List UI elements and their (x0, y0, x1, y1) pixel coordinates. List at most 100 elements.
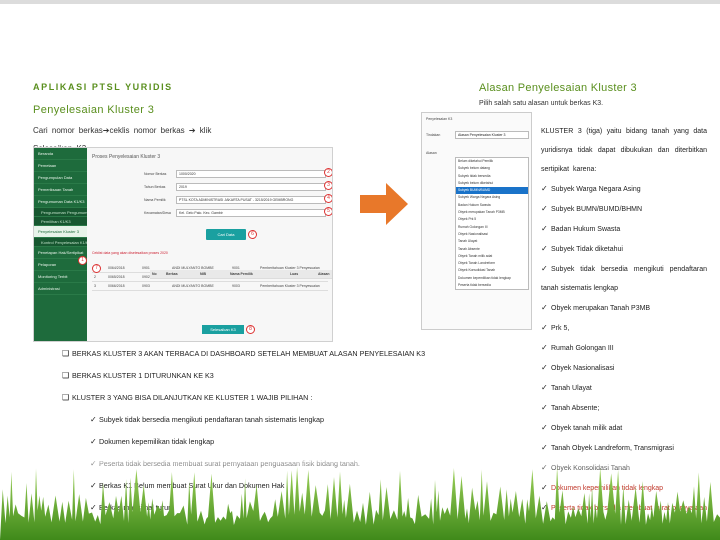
form-field-input[interactable]: PTSL KOTA ADMINISTRASI JAKARTA PUSAT - 3… (176, 195, 326, 204)
submit-k3-button[interactable]: Selesaikan K3 (202, 325, 244, 334)
reason-item: ✓ Subyek tidak bersedia mengikuti pendaft… (541, 259, 707, 298)
reason-options-list[interactable]: Belum diketahui Pemilik Subyek belum data… (455, 157, 529, 291)
reason-item: ✓ Subyek BUMN/BUMD/BHMN (541, 199, 707, 219)
check-icon: ✓ (541, 303, 548, 312)
step-badge: 3 (324, 181, 332, 190)
check-icon: ✓ (541, 244, 548, 253)
reason-option[interactable]: Obyek Konsolidasi Tanah (456, 267, 528, 274)
reason-item: ✓ Rumah Golongan III (541, 338, 707, 358)
reason-option[interactable]: Obyek Tanah milik adat (456, 253, 528, 260)
table-header-cell: Nama Pemilik (230, 272, 253, 276)
check-icon: ✓ (541, 363, 548, 372)
step-badge: 7 (92, 264, 101, 273)
table-cell: 0064/2018 (108, 266, 125, 270)
form-field-input[interactable]: 1000/2020 (176, 169, 326, 178)
table-cell: 9003 (232, 284, 240, 288)
sidebar-item[interactable]: Kontrol Penyelesaian K1/K3 (34, 238, 87, 247)
sidebar-item[interactable]: Pemeriksaan Tanah (34, 184, 87, 196)
reason-item: ✓ Tanah Ulayat (541, 378, 707, 398)
check-icon: ✓ (541, 224, 548, 233)
reason-text: Tanah Obyek Landreform, Transmigrasi (551, 445, 674, 452)
sidebar-item[interactable]: Pemetaan (34, 160, 87, 172)
sidebar-item[interactable]: Penyelesaian Kluster 3 (34, 226, 87, 238)
form-row: Kecamatan/Desa Kel. Gelo Palo. Kec. Gambi… (144, 207, 326, 218)
reason-text: Obyek Nasionalisasi (551, 365, 615, 372)
check-icon: ✓ (90, 415, 97, 424)
checkbox-bullet-icon: ❑ (62, 349, 70, 358)
table-row[interactable]: 3 0066/2018 0903 ANDI MULYANTO BOMBE 9003 Pem… (92, 282, 328, 291)
reason-option[interactable]: Obyek Tanah Landreform (456, 260, 528, 267)
table-header-cell: Berkas (166, 272, 178, 276)
check-icon: ✓ (541, 264, 548, 273)
reason-text: Obyek merupakan Tanah P3MB (551, 305, 651, 312)
sidebar-item[interactable]: Pengumuman Data K1/K3 (34, 196, 87, 208)
panel-reason-label: Alasan (426, 151, 437, 155)
table-cell: 3 (94, 284, 96, 288)
reason-option[interactable]: Subyek tidak bersedia (456, 173, 528, 180)
form-field-label: Nomor Berkas (144, 171, 167, 176)
reason-text: Badan Hukum Swasta (551, 226, 621, 233)
step-badge: 1 (78, 256, 87, 265)
sidebar-item[interactable]: Administrasi (34, 283, 87, 295)
check-icon: ✓ (541, 204, 548, 213)
reason-text: Subyek Tidak diketahui (551, 246, 623, 253)
sidebar-item[interactable]: Beranda (34, 148, 87, 160)
table-cell: 0065/2018 (108, 275, 125, 279)
sidebar-item[interactable]: Monitoring Terbit (34, 271, 87, 283)
reason-option[interactable]: Obyek merupakan Tanah P3MB (456, 209, 528, 216)
reason-option[interactable]: Dokumen kepemilikan tidak lengkap (456, 275, 528, 282)
form-row: Nomor Berkas 1000/2020 (144, 168, 326, 179)
reason-text: Prk 5, (551, 325, 570, 332)
reason-text: Subyek Warga Negara Asing (551, 186, 641, 193)
reason-option[interactable]: Peserta tidak bersedia (456, 282, 528, 289)
form-field-input[interactable]: Kel. Gelo Palo. Kec. Gambir (176, 208, 326, 217)
table-cell: 0066/2018 (108, 284, 125, 288)
reason-option[interactable]: Tanah Absente (456, 246, 528, 253)
reason-option[interactable]: Subyek BUMN/BUMD (456, 187, 528, 195)
berkas-table: NoBerkasNIBNama PemilikLuasAlasan10064/2… (92, 264, 332, 291)
reason-select[interactable]: Alasan Penyelesaian Kluster 3 (455, 131, 529, 139)
search-data-button[interactable]: Cari Data (206, 229, 246, 240)
app-title: APLIKASI PTSL YURIDIS (33, 82, 173, 92)
step-badge: 2 (324, 168, 332, 177)
app-sidebar: Beranda Pemetaan Pengumpulan Data Pemeriksa… (34, 148, 87, 341)
k1-option-text: Dokumen kepemilikan tidak lengkap (99, 437, 215, 446)
right-section-title: Alasan Penyelesaian Kluster 3 (479, 82, 637, 94)
table-cell: ANDI MULYANTO BOMBE (172, 284, 214, 288)
reason-option[interactable]: Obyek Prk 5 (456, 216, 528, 223)
form-field-label: Nama Pemilik (144, 197, 166, 202)
check-icon: ✓ (541, 403, 548, 412)
reason-item: ✓ Obyek Nasionalisasi (541, 358, 707, 378)
panel-action-label: Tindakan (426, 133, 441, 137)
reason-option[interactable]: Badan Hukum Swasta (456, 202, 528, 209)
reason-option[interactable]: Belum diketahui Pemilik (456, 158, 528, 165)
reason-option[interactable]: Tanah Ulayat (456, 238, 528, 245)
note-text: BERKAS KLUSTER 1 DITURUNKAN KE K3 (72, 371, 214, 380)
selection-hint: Ceklist data yang akan diselesaikan pros… (92, 251, 168, 255)
table-header-row: No Berkas NIB Nama Pemilik Luas Alasan (150, 270, 332, 279)
search-form: Nomor Berkas 1000/2020 Tahun Berkas 2019 Nam… (144, 168, 326, 220)
reason-option[interactable]: Rumah Golongan III (456, 224, 528, 231)
reason-option[interactable]: Subyek belum datang (456, 165, 528, 172)
sidebar-item[interactable]: Pengumuman Pengumuman (34, 208, 87, 217)
table-cell: 0903 (142, 284, 150, 288)
note-item: ❑ KLUSTER 3 YANG BISA DILANJUTKAN KE KLUS… (62, 393, 532, 415)
grass-decoration (0, 455, 720, 540)
form-row: Nama Pemilik PTSL KOTA ADMINISTRASI JAKAR… (144, 194, 326, 205)
table-cell: Pemberitahuan Kluster 3 Penyesuaian (260, 284, 320, 288)
right-section-subtitle: Pilih salah satu alasan untuk berkas K3. (479, 100, 604, 107)
checkbox-bullet-icon: ❑ (62, 371, 70, 380)
step-badge: 5 (324, 207, 332, 216)
step-badge: 6 (248, 230, 257, 239)
reason-option[interactable]: Subyek Warga Negara Asing (456, 194, 528, 201)
kluster3-intro: KLUSTER 3 (tiga) yaitu bidang tanah yang… (541, 128, 707, 173)
checkbox-bullet-icon: ❑ (62, 393, 70, 402)
reason-item: ✓ Obyek tanah milik adat (541, 418, 707, 438)
reason-option[interactable]: Obyek Nasionalisasi (456, 231, 528, 238)
app-page-heading: Proses Penyelesaian Kluster 3 (92, 154, 161, 160)
sidebar-item[interactable]: Pemilihan K1/K3 (34, 217, 87, 226)
note-item: ❑ BERKAS KLUSTER 1 DITURUNKAN KE K3 (62, 371, 532, 393)
reason-option[interactable]: Subyek belum diketahui (456, 180, 528, 187)
form-field-input[interactable]: 2019 (176, 182, 326, 191)
sidebar-item[interactable]: Pengumpulan Data (34, 172, 87, 184)
